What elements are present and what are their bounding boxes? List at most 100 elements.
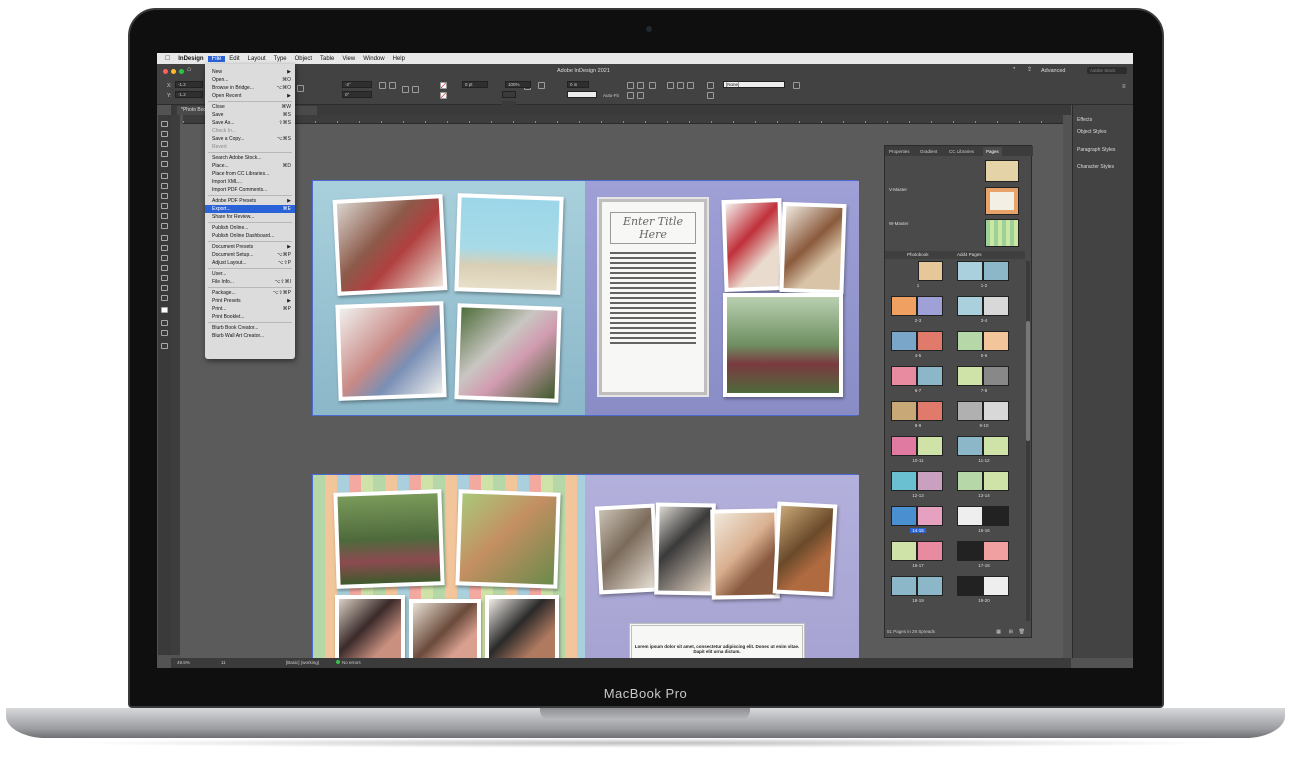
master-thumb[interactable] (985, 219, 1019, 247)
master-thumb[interactable] (985, 160, 1019, 182)
file-menu-item[interactable]: Import PDF Comments... (205, 186, 295, 194)
menu-type[interactable]: Type (270, 56, 291, 62)
minimize-window-button[interactable] (171, 69, 176, 74)
spread-lower[interactable]: Lorem ipsum dolor sit amet, consectetur … (312, 474, 859, 668)
flip-icon[interactable] (389, 82, 396, 89)
photo-frame[interactable] (772, 501, 838, 597)
center-content-icon[interactable] (649, 82, 656, 89)
zoom-window-button[interactable] (179, 69, 184, 74)
rectangle-tool-icon[interactable] (161, 223, 168, 229)
photo-frame[interactable] (333, 489, 445, 589)
y-field[interactable]: -1.2 (175, 91, 203, 98)
file-menu-item[interactable]: Export... ⌘E (205, 205, 295, 213)
home-icon[interactable]: ⌂ (187, 66, 191, 73)
page-thumb[interactable] (957, 331, 983, 351)
photo-frame[interactable] (710, 508, 780, 600)
free-transform-tool-icon[interactable] (161, 245, 168, 251)
stroke-swatch[interactable] (440, 92, 447, 99)
fit-frame-icon[interactable] (637, 82, 644, 89)
selection-tool-icon[interactable] (161, 121, 168, 127)
page-thumb[interactable] (917, 401, 943, 421)
fit-content-icon[interactable] (627, 82, 634, 89)
spread-thumbnail[interactable]: 16-17 (889, 541, 947, 571)
spread-thumbnail[interactable]: 13-14 (955, 471, 1013, 501)
menu-file[interactable]: File (207, 55, 226, 62)
master-thumb[interactable] (985, 187, 1019, 215)
page-thumb[interactable] (917, 436, 943, 456)
file-menu-item[interactable]: Close ⌘W (205, 103, 295, 111)
page-thumb[interactable] (983, 436, 1009, 456)
new-page-icon[interactable]: ⊞ (1009, 629, 1013, 635)
x-field[interactable]: -1.2 (175, 81, 203, 88)
page-thumb[interactable] (983, 296, 1009, 316)
page-right-violet[interactable]: Enter Title Here (585, 181, 859, 415)
file-menu-item[interactable]: Package... ⌥⇧⌘P (205, 289, 295, 297)
title-placeholder[interactable]: Enter Title Here (610, 212, 696, 244)
page-thumb[interactable] (891, 296, 917, 316)
spread-thumbnail[interactable]: 1 (889, 261, 947, 291)
quick-apply-icon[interactable] (793, 82, 800, 89)
status-style[interactable]: [Basic] (working) (286, 660, 319, 665)
file-menu-item[interactable]: Browse in Bridge... ⌥⌘O (205, 84, 295, 92)
page-thumb[interactable] (891, 471, 917, 491)
file-menu-item[interactable]: Open Recent ▶ (205, 92, 295, 100)
direct-selection-tool-icon[interactable] (161, 131, 168, 137)
rotation-field[interactable]: -2° (342, 81, 372, 88)
line-tool-icon[interactable] (161, 183, 168, 189)
select-container-icon[interactable] (402, 86, 409, 93)
fill-frame-icon[interactable] (627, 92, 634, 99)
page-thumb[interactable] (983, 366, 1009, 386)
page-thumb[interactable] (957, 541, 983, 561)
master-v[interactable]: V-Master (889, 187, 907, 192)
photo-frame[interactable] (335, 301, 447, 401)
file-menu-item[interactable]: Open... ⌘O (205, 76, 295, 84)
file-menu-item[interactable]: Search Adobe Stock... (205, 154, 295, 162)
pages-header-right[interactable]: Add4 Pages (957, 252, 982, 257)
file-menu-item[interactable]: User... (205, 270, 295, 278)
note-tool-icon[interactable] (161, 265, 168, 271)
page-thumb[interactable] (983, 471, 1009, 491)
shear-field[interactable]: 0° (342, 91, 372, 98)
page-thumb[interactable] (983, 541, 1009, 561)
drop-shadow-icon[interactable] (538, 82, 545, 89)
fit-proportional-icon[interactable] (637, 92, 644, 99)
spread-thumbnail[interactable]: 14-15 (889, 506, 947, 536)
spread-thumbnail[interactable]: 10-11 (889, 436, 947, 466)
menu-table[interactable]: Table (316, 56, 338, 62)
spread-thumbnail[interactable]: 5-6 (955, 331, 1013, 361)
workspace-switcher[interactable]: Advanced (1041, 68, 1065, 74)
file-menu-item[interactable]: Print... ⌘P (205, 305, 295, 313)
file-menu-item[interactable]: Save a Copy... ⌥⌘S (205, 135, 295, 143)
page-thumb[interactable] (917, 366, 943, 386)
status-zoom[interactable]: 49.5% (177, 660, 190, 665)
lightbulb-icon[interactable]: ◔ (1012, 66, 1016, 72)
auto-fit-checkbox[interactable]: Auto-Fit (603, 93, 619, 98)
spread-thumbnail[interactable]: 12-13 (889, 471, 947, 501)
page-thumb[interactable] (983, 576, 1009, 596)
tab-cc-libraries[interactable]: CC Libraries (949, 149, 974, 154)
page-thumb[interactable] (918, 261, 943, 281)
stroke-type-dropdown[interactable] (502, 91, 516, 98)
page-thumb[interactable] (891, 366, 917, 386)
page-thumb[interactable] (891, 576, 917, 596)
spread-thumbnail[interactable]: 4-5 (889, 331, 947, 361)
file-menu-item[interactable]: Place from CC Libraries... (205, 170, 295, 178)
page-thumb[interactable] (917, 576, 943, 596)
file-menu-item[interactable]: Blurb Book Creator... (205, 324, 295, 332)
page-thumb[interactable] (917, 296, 943, 316)
status-preflight[interactable]: No errors (336, 660, 361, 665)
title-card[interactable]: Enter Title Here (599, 199, 707, 395)
spread-thumbnail[interactable]: 6-7 (889, 366, 947, 396)
fill-swatch[interactable] (440, 82, 447, 89)
menu-help[interactable]: Help (389, 56, 409, 62)
formatting-icon[interactable] (161, 320, 168, 326)
align-center-icon[interactable] (677, 82, 684, 89)
spread-thumbnail[interactable]: 17-18 (955, 541, 1013, 571)
align-right-icon[interactable] (687, 82, 694, 89)
body-text-placeholder[interactable] (610, 252, 696, 344)
object-style-dropdown[interactable]: [None] (723, 81, 785, 88)
menu-indesign[interactable]: InDesign (174, 56, 207, 62)
page-left-stripes[interactable] (313, 475, 585, 668)
tab-pages[interactable]: Pages (983, 147, 1002, 156)
page-thumb[interactable] (891, 331, 917, 351)
